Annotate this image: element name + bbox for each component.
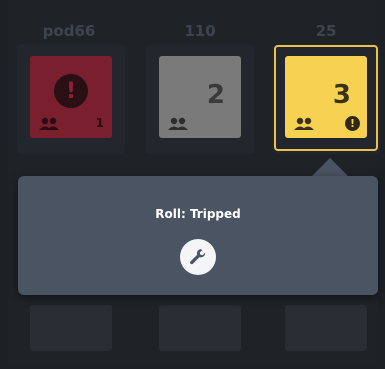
ghost-tile-3 [285, 305, 367, 351]
column-label-pod66: pod66 [42, 22, 96, 40]
ghost-tile-2 [159, 305, 241, 351]
popover-title: Roll: Tripped [155, 207, 241, 221]
column-label-25: 25 [315, 22, 337, 40]
tile-count: 1 [95, 116, 104, 130]
column-label-110: 110 [184, 22, 216, 40]
roll-status-popover: Roll: Tripped [18, 176, 378, 295]
roll-tile-110[interactable]: 2 [159, 56, 241, 138]
people-icon [39, 117, 59, 130]
wrench-icon [190, 249, 206, 265]
tile-number: 3 [332, 80, 351, 110]
people-icon [168, 117, 188, 130]
ghost-tile-1 [30, 305, 112, 351]
warning-icon: ! [345, 116, 360, 131]
people-icon [294, 117, 314, 130]
alert-icon: ! [54, 74, 88, 108]
roll-tile-pod66[interactable]: ! 1 [30, 56, 112, 138]
roll-tile-25[interactable]: 3 ! [285, 56, 367, 138]
tile-number: 2 [206, 80, 225, 110]
popover-arrow [312, 158, 348, 176]
repair-button[interactable] [180, 239, 216, 275]
